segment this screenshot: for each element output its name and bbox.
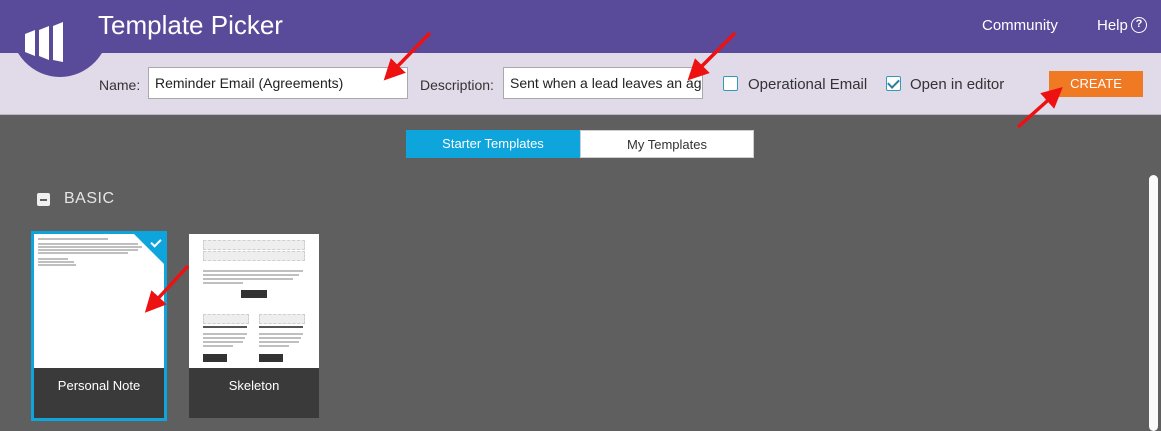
template-toolbar: Name: Reminder Email (Agreements) Descri…	[0, 53, 1161, 115]
help-icon[interactable]: ?	[1131, 17, 1147, 33]
description-label: Description:	[420, 77, 494, 93]
page-title: Template Picker	[98, 10, 283, 40]
operational-email-label: Operational Email	[748, 76, 868, 93]
tab-starter-templates[interactable]: Starter Templates	[406, 130, 580, 158]
name-input[interactable]: Reminder Email (Agreements)	[148, 67, 408, 99]
collapse-icon[interactable]	[37, 193, 50, 206]
help-link[interactable]: Help	[1097, 17, 1128, 34]
template-card-skeleton[interactable]: Skeleton	[189, 234, 319, 418]
open-in-editor-label: Open in editor	[910, 76, 1005, 93]
tab-my-templates[interactable]: My Templates	[580, 130, 754, 158]
create-button[interactable]: CREATE	[1049, 71, 1143, 97]
description-input[interactable]: Sent when a lead leaves an agre	[503, 67, 703, 99]
scrollbar-thumb[interactable]	[1149, 175, 1158, 431]
card-label: Skeleton	[189, 368, 319, 418]
section-title: BASIC	[64, 190, 115, 207]
operational-email-checkbox[interactable]	[723, 76, 738, 91]
open-in-editor-checkbox[interactable]	[886, 76, 901, 91]
community-link[interactable]: Community	[982, 17, 1058, 34]
card-label: Personal Note	[34, 368, 164, 418]
name-label: Name:	[99, 77, 141, 93]
logo-icon	[25, 22, 63, 62]
template-card-personal-note[interactable]: Personal Note	[31, 231, 167, 421]
